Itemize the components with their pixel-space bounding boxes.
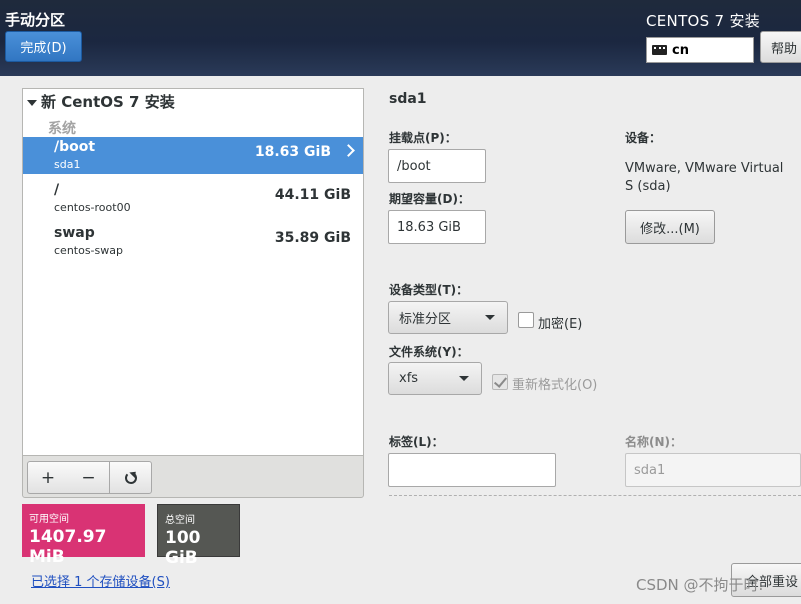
filesystem-label: 文件系统(Y)： [389, 345, 469, 359]
desired-capacity-label: 期望容量(D)： [389, 192, 470, 206]
page-title: 手动分区 [5, 11, 66, 29]
modify-device-button[interactable]: 修改...(M) [625, 210, 715, 244]
partition-tree: 新 CentOS 7 安装 系统 /boot sda1 18.63 GiB / … [22, 88, 364, 455]
partition-size: 35.89 GiB [274, 230, 351, 246]
reformat-checkbox[interactable] [492, 374, 508, 390]
partition-device: centos-swap [54, 244, 123, 257]
selected-storage-link[interactable]: 已选择 1 个存储设备(S) [31, 571, 170, 590]
tag-input[interactable] [388, 453, 556, 487]
partition-device: centos-root00 [54, 201, 131, 214]
expander-triangle-icon [27, 99, 37, 106]
dropdown-arrow-icon [459, 376, 469, 381]
system-section-label: 系统 [48, 121, 76, 137]
remove-partition-button[interactable]: − [68, 461, 110, 494]
keyboard-layout-indicator[interactable]: cn [646, 37, 754, 63]
encrypt-label: 加密(E) [538, 317, 583, 332]
available-space-box: 可用空间 1407.97 MiB [22, 504, 145, 567]
tag-label: 标签(L)： [389, 435, 444, 449]
partition-row-root[interactable]: / centos-root00 44.11 GiB [23, 180, 363, 217]
done-button[interactable]: 完成(D) [5, 31, 82, 62]
partition-mount: /boot [54, 139, 96, 155]
keyboard-layout-label: cn [672, 42, 689, 58]
reformat-label: 重新格式化(O) [512, 378, 598, 393]
partition-device: sda1 [54, 158, 81, 171]
total-space-box: 总空间 100 GiB [157, 504, 240, 568]
refresh-icon [124, 471, 137, 484]
partition-row-boot[interactable]: /boot sda1 18.63 GiB [23, 137, 363, 174]
dropdown-arrow-icon [485, 315, 495, 320]
watermark-text: CSDN @不拘于时. [636, 576, 764, 594]
refresh-button[interactable] [109, 461, 152, 494]
header-bar: 手动分区 完成(D) CENTOS 7 安装 cn 帮助 [0, 0, 801, 76]
plus-icon: + [40, 467, 56, 488]
partition-mount: swap [54, 225, 95, 241]
device-description: VMware, VMware Virtual S (sda) [625, 161, 784, 194]
name-label: 名称(N)： [625, 435, 683, 449]
partition-size: 18.63 GiB [254, 144, 331, 160]
available-space-value: 1407.97 MiB [29, 527, 107, 567]
partition-row-swap[interactable]: swap centos-swap 35.89 GiB [23, 223, 363, 260]
filesystem-value: xfs [399, 371, 419, 386]
install-group-header[interactable]: 新 CentOS 7 安装 [27, 91, 175, 112]
minus-icon: − [81, 467, 96, 488]
help-button[interactable]: 帮助 [760, 31, 801, 63]
filesystem-dropdown[interactable]: xfs [388, 362, 482, 395]
product-title: CENTOS 7 安装 [646, 12, 761, 30]
chevron-right-icon [342, 144, 355, 157]
device-type-dropdown[interactable]: 标准分区 [388, 301, 508, 334]
mount-point-label: 挂载点(P)： [389, 131, 457, 145]
mount-point-input[interactable]: /boot [388, 149, 486, 183]
total-space-label: 总空间 [165, 515, 195, 526]
device-label: 设备： [625, 131, 662, 145]
encrypt-checkbox[interactable] [518, 312, 534, 328]
available-space-label: 可用空间 [29, 514, 69, 525]
name-input[interactable]: sda1 [625, 453, 801, 487]
device-type-value: 标准分区 [399, 312, 452, 327]
device-type-label: 设备类型(T)： [389, 283, 469, 297]
partition-size: 44.11 GiB [274, 187, 351, 203]
total-space-value: 100 GiB [165, 528, 201, 568]
desired-capacity-input[interactable]: 18.63 GiB [388, 210, 486, 244]
partition-detail-title: sda1 [389, 91, 427, 107]
partition-mount: / [54, 182, 60, 198]
install-group-title: 新 CentOS 7 安装 [41, 93, 175, 111]
keyboard-icon [652, 45, 667, 55]
partition-toolbar: + − [22, 455, 364, 498]
add-partition-button[interactable]: + [27, 461, 69, 494]
section-divider [389, 495, 801, 496]
